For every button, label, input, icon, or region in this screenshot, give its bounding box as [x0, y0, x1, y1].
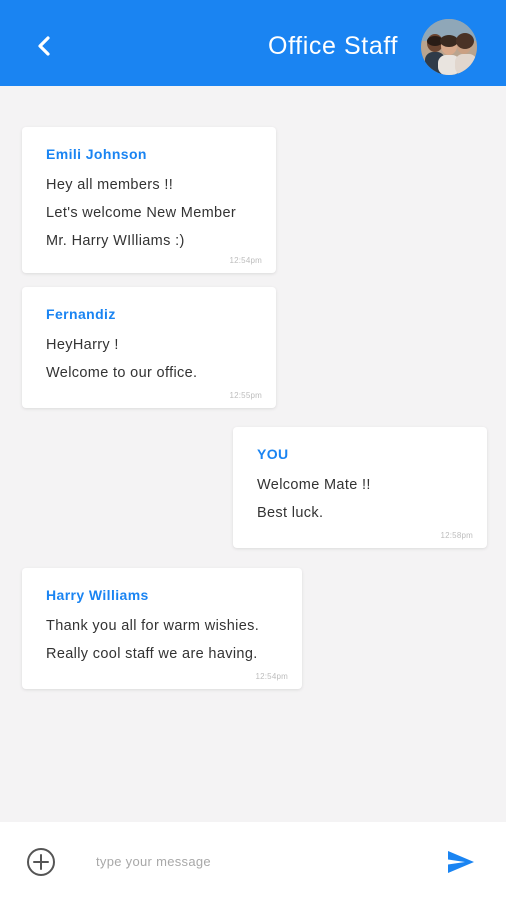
- message-text: Best luck.: [257, 505, 324, 521]
- message-composer: [0, 822, 506, 900]
- message-timestamp: 12:55pm: [229, 391, 262, 400]
- group-avatar[interactable]: [421, 19, 477, 75]
- plus-circle-icon: [27, 848, 55, 876]
- message-timestamp: 12:54pm: [255, 672, 288, 681]
- message-bubble-incoming[interactable]: Emili Johnson Hey all members !! Let's w…: [22, 127, 276, 273]
- message-text: Really cool staff we are having.: [46, 646, 258, 662]
- message-timestamp: 12:58pm: [440, 531, 473, 540]
- message-text: Mr. Harry WIlliams :): [46, 233, 185, 249]
- message-text: Let's welcome New Member: [46, 205, 237, 221]
- chat-messages[interactable]: Emili Johnson Hey all members !! Let's w…: [0, 86, 506, 822]
- message-text: Thank you all for warm wishies.: [46, 618, 260, 634]
- header-bar: Office Staff: [0, 0, 506, 86]
- back-button[interactable]: [28, 28, 60, 64]
- message-text: Welcome to our office.: [46, 365, 198, 381]
- message-sender: YOU: [257, 446, 289, 462]
- message-text: HeyHarry !: [46, 337, 119, 353]
- add-attachment-button[interactable]: [26, 847, 56, 877]
- chat-title: Office Staff: [268, 32, 398, 60]
- send-icon: [448, 851, 474, 873]
- send-button[interactable]: [446, 849, 476, 875]
- message-text: Hey all members !!: [46, 177, 174, 193]
- group-photo-icon: [421, 19, 477, 75]
- message-text: Welcome Mate !!: [257, 477, 371, 493]
- message-bubble-incoming[interactable]: Fernandiz HeyHarry ! Welcome to our offi…: [22, 287, 276, 408]
- message-sender: Emili Johnson: [46, 146, 147, 162]
- message-bubble-incoming[interactable]: Harry Williams Thank you all for warm wi…: [22, 568, 302, 689]
- message-sender: Harry Williams: [46, 587, 149, 603]
- message-input[interactable]: [96, 848, 416, 874]
- message-sender: Fernandiz: [46, 306, 116, 322]
- chevron-left-icon: [38, 36, 50, 56]
- message-timestamp: 12:54pm: [229, 256, 262, 265]
- message-bubble-outgoing[interactable]: YOU Welcome Mate !! Best luck. 12:58pm: [233, 427, 487, 548]
